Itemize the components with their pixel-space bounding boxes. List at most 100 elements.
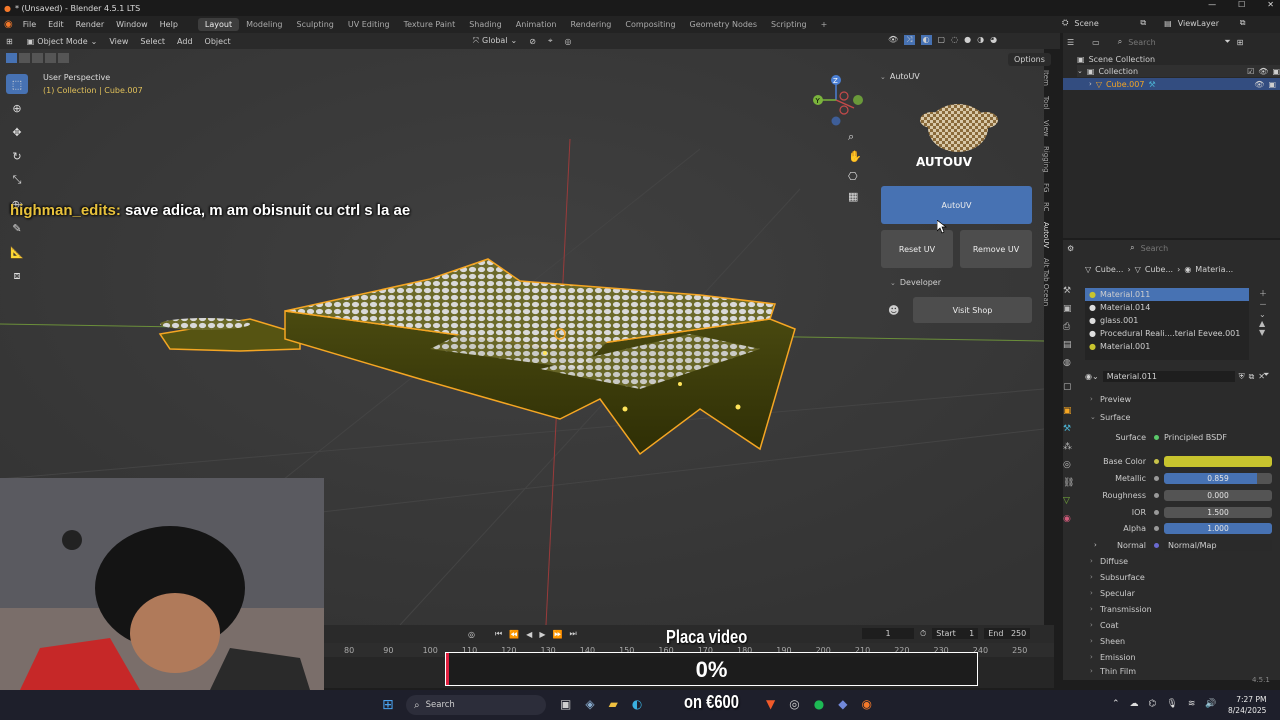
outliner-search-input[interactable]: Search xyxy=(1128,38,1218,47)
obs-icon[interactable]: ◎ xyxy=(789,697,799,711)
tab-animation[interactable]: Animation xyxy=(509,18,564,31)
pivot-icon[interactable]: ⊘ xyxy=(523,37,542,46)
collection-label[interactable]: Collection xyxy=(1098,67,1243,76)
constraints-tab-icon[interactable]: ⛓ xyxy=(1063,478,1077,496)
section-coat[interactable]: › Coat xyxy=(1090,618,1119,632)
output-tab-icon[interactable]: ⎙ xyxy=(1063,322,1077,340)
material-shading-icon[interactable]: ◑ xyxy=(977,35,984,45)
sidebar-tab-alt-tab-ocean[interactable]: Alt Tab Ocean xyxy=(1042,258,1050,306)
camera-icon[interactable]: ⎔ xyxy=(848,170,862,190)
menu-select[interactable]: Select xyxy=(134,37,171,46)
tab-modeling[interactable]: Modeling xyxy=(239,18,289,31)
material-name-field[interactable]: Material.011 xyxy=(1102,371,1235,382)
object-label[interactable]: Cube.007 xyxy=(1106,80,1144,89)
taskbar-search[interactable]: ⌕ Search xyxy=(406,695,546,715)
section-surface[interactable]: ⌄ Surface xyxy=(1090,410,1130,424)
prev-keyframe-icon[interactable]: ⏪ xyxy=(509,630,519,639)
edge-browser-icon[interactable]: ◐ xyxy=(632,697,642,711)
tool-tab-icon[interactable]: ⚒ xyxy=(1063,286,1077,304)
select-new-icon[interactable] xyxy=(6,53,17,63)
task-view-icon[interactable]: ▣ xyxy=(560,697,571,711)
scene-icon[interactable]: ⛭ xyxy=(1062,18,1068,28)
chevron-down-icon[interactable]: ⌄ xyxy=(1077,67,1083,75)
navigation-gizmo[interactable]: Z Y X xyxy=(808,72,868,132)
section-diffuse[interactable]: › Diffuse xyxy=(1090,554,1128,568)
move-tool-icon[interactable]: ✥ xyxy=(6,122,28,142)
add-cube-tool-icon[interactable]: ⧈ xyxy=(6,266,28,286)
editor-type-icon[interactable]: ⊞ xyxy=(6,37,13,46)
section-specular[interactable]: › Specular xyxy=(1090,586,1135,600)
modifier-tab-icon[interactable]: ⚒ xyxy=(1063,424,1077,442)
material-slot[interactable]: ● glass.001 xyxy=(1085,314,1249,327)
sidebar-tab-view[interactable]: View xyxy=(1042,120,1050,137)
cloud-icon[interactable]: ☁ xyxy=(1130,699,1139,709)
menu-render[interactable]: Render xyxy=(70,20,110,29)
outliner-editor-icon[interactable]: ☰ xyxy=(1067,38,1074,47)
remove-slot-icon[interactable]: － xyxy=(1259,299,1271,310)
zoom-icon[interactable]: ⌕ xyxy=(848,130,862,150)
gizmo-toggle-icon[interactable]: ⤨ xyxy=(904,35,915,45)
menu-object[interactable]: Object xyxy=(199,37,237,46)
move-down-icon[interactable]: ▼ xyxy=(1259,328,1271,337)
eye-icon[interactable]: 👁 xyxy=(1258,67,1268,76)
move-up-icon[interactable]: ▲ xyxy=(1259,319,1271,328)
volume-icon[interactable]: 🔊 xyxy=(1205,699,1216,709)
tab-texture-paint[interactable]: Texture Paint xyxy=(397,18,463,31)
windows-start-icon[interactable]: ⊞ xyxy=(382,697,394,713)
tab-rendering[interactable]: Rendering xyxy=(564,18,619,31)
world-tab-icon[interactable]: ◍ xyxy=(1063,358,1077,382)
tab-uv-editing[interactable]: UV Editing xyxy=(341,18,397,31)
clock-date[interactable]: 8/24/2025 xyxy=(1228,705,1266,716)
menu-add[interactable]: Add xyxy=(171,37,199,46)
maximize-icon[interactable]: ☐ xyxy=(1238,0,1245,16)
clock-time[interactable]: 7:27 PM xyxy=(1228,694,1266,705)
measure-tool-icon[interactable]: 📐 xyxy=(6,242,28,262)
discord-icon[interactable]: ◆ xyxy=(838,697,847,711)
material-slot[interactable]: ● Material.014 xyxy=(1085,301,1249,314)
sidebar-tab-item[interactable]: Item xyxy=(1042,70,1050,86)
sidebar-tab-rc[interactable]: RC xyxy=(1042,202,1050,211)
blender-menu-icon[interactable]: ◉ xyxy=(4,19,13,30)
microphone-icon[interactable]: 🎙 xyxy=(1166,699,1177,709)
tray-chevron-icon[interactable]: ⌃ xyxy=(1112,699,1120,709)
physics-tab-icon[interactable]: ◎ xyxy=(1063,460,1077,478)
camera-icon[interactable]: ▣ xyxy=(1268,80,1276,89)
material-browse-icon[interactable]: ◉⌄ xyxy=(1085,372,1099,381)
menu-edit[interactable]: Edit xyxy=(42,20,70,29)
wireframe-shading-icon[interactable]: ◌ xyxy=(951,35,958,45)
chevron-down-icon[interactable]: ⌄ xyxy=(890,279,896,287)
brave-browser-icon[interactable]: ▼ xyxy=(766,697,775,711)
sidebar-tab-rigging[interactable]: Rigging xyxy=(1042,146,1050,173)
section-subsurface[interactable]: › Subsurface xyxy=(1090,570,1145,584)
sidebar-tab-fg[interactable]: FG xyxy=(1042,183,1050,192)
fake-user-icon[interactable]: ⛨ xyxy=(1239,372,1245,382)
file-explorer-icon[interactable]: ▰ xyxy=(609,697,618,711)
object-tab-icon[interactable]: ▣ xyxy=(1063,406,1077,424)
viewlayer-selector[interactable]: ViewLayer xyxy=(1178,19,1234,28)
tab-layout[interactable]: Layout xyxy=(197,18,240,31)
select-invert-icon[interactable] xyxy=(45,53,56,63)
record-icon[interactable]: ◎ xyxy=(468,630,475,639)
add-slot-icon[interactable]: ＋ xyxy=(1259,288,1271,299)
end-frame-field[interactable]: End 250 xyxy=(984,628,1031,639)
display-mode-icon[interactable]: ▭ xyxy=(1092,38,1100,47)
proportional-icon[interactable]: ◎ xyxy=(558,37,577,46)
next-keyframe-icon[interactable]: ⏩ xyxy=(552,630,562,639)
roughness-slider[interactable]: 0.000 xyxy=(1164,489,1272,501)
grid-view-icon[interactable]: ▦ xyxy=(848,190,862,210)
chevron-down-icon[interactable]: ⌄ xyxy=(880,73,886,81)
overlay-toggle-icon[interactable]: ◐ xyxy=(920,35,932,45)
section-transmission[interactable]: › Transmission xyxy=(1090,602,1152,616)
checkbox-icon[interactable]: ☑ xyxy=(1247,67,1254,76)
slot-menu-icon[interactable]: ⌄ xyxy=(1259,310,1271,319)
particles-tab-icon[interactable]: ⁂ xyxy=(1063,442,1077,460)
menu-help[interactable]: Help xyxy=(154,20,184,29)
play-reverse-icon[interactable]: ◀ xyxy=(526,630,532,639)
select-intersect-icon[interactable] xyxy=(58,53,69,63)
rendered-shading-icon[interactable]: ◕ xyxy=(990,35,997,45)
jump-start-icon[interactable]: ⏮ xyxy=(495,629,502,639)
new-viewlayer-icon[interactable]: ⧉ xyxy=(1240,18,1246,28)
menu-file[interactable]: File xyxy=(17,20,42,29)
tab-geometry-nodes[interactable]: Geometry Nodes xyxy=(683,18,764,31)
wifi-icon[interactable]: ≋ xyxy=(1188,699,1196,709)
